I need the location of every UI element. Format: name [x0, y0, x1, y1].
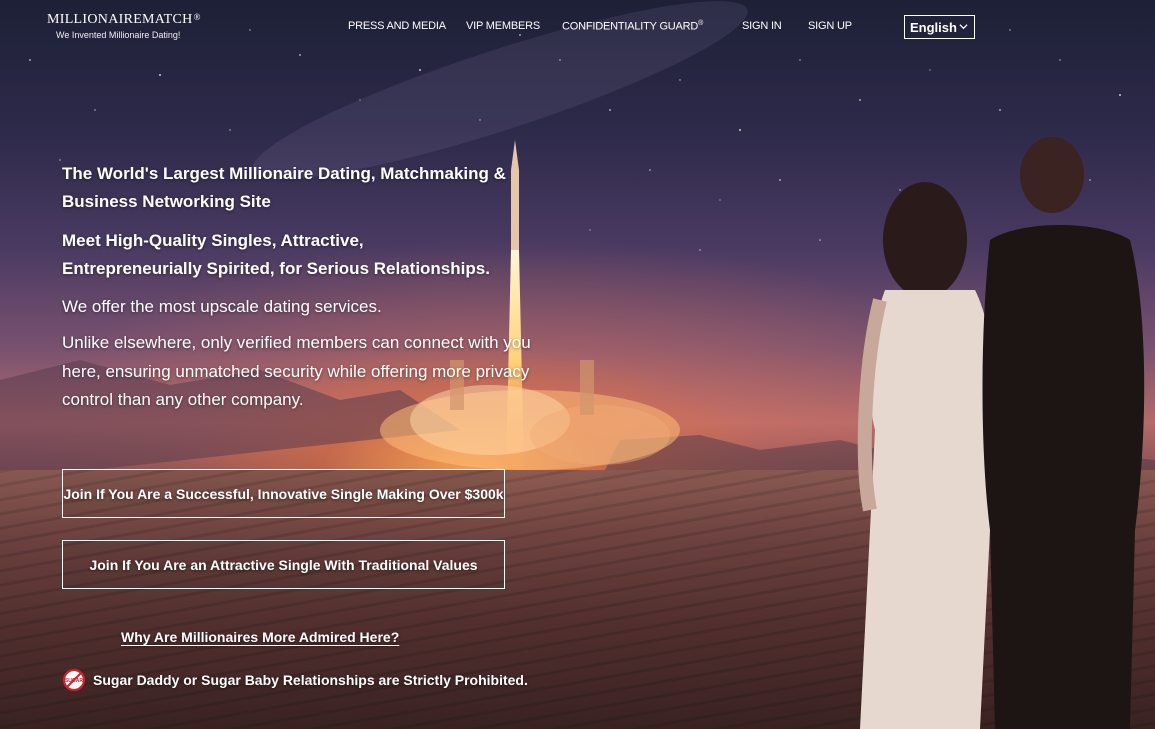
prohibited-notice-text: Sugar Daddy or Sugar Baby Relationships … — [93, 672, 528, 688]
logo-tagline: We Invented Millionaire Dating! — [56, 30, 181, 40]
join-successful-button[interactable]: Join If You Are a Successful, Innovative… — [62, 469, 505, 518]
hero-content: The World's Largest Millionaire Dating, … — [62, 160, 542, 415]
nav-vip-members[interactable]: VIP MEMBERS — [466, 20, 540, 32]
nav-press-and-media[interactable]: PRESS AND MEDIA — [348, 20, 446, 32]
prohibited-notice: SUGAR Sugar Daddy or Sugar Baby Relation… — [62, 668, 528, 692]
hero-description: Unlike elsewhere, only verified members … — [62, 333, 531, 409]
hero-offer: We offer the most upscale dating service… — [62, 297, 382, 316]
why-admired-link[interactable]: Why Are Millionaires More Admired Here? — [121, 629, 399, 645]
hero-headline: The World's Largest Millionaire Dating, … — [62, 164, 506, 211]
couple-silhouette — [857, 137, 1145, 729]
language-select[interactable]: English — [904, 15, 975, 39]
nav-confidentiality-guard[interactable]: CONFIDENTIALITY GUARD® — [562, 20, 703, 33]
no-sugar-icon: SUGAR — [62, 668, 86, 692]
nav-sign-in[interactable]: SIGN IN — [742, 20, 782, 32]
site-logo[interactable]: MILLIONAIREMATCH® We Invented Millionair… — [47, 12, 201, 40]
join-attractive-button[interactable]: Join If You Are an Attractive Single Wit… — [62, 540, 505, 589]
logo-name: MILLIONAIREMATCH® — [47, 12, 201, 27]
hero-subheadline: Meet High-Quality Singles, Attractive, E… — [62, 231, 490, 278]
language-selected: English — [910, 19, 957, 35]
chevron-down-icon — [959, 24, 968, 30]
nav-sign-up[interactable]: SIGN UP — [808, 20, 852, 32]
